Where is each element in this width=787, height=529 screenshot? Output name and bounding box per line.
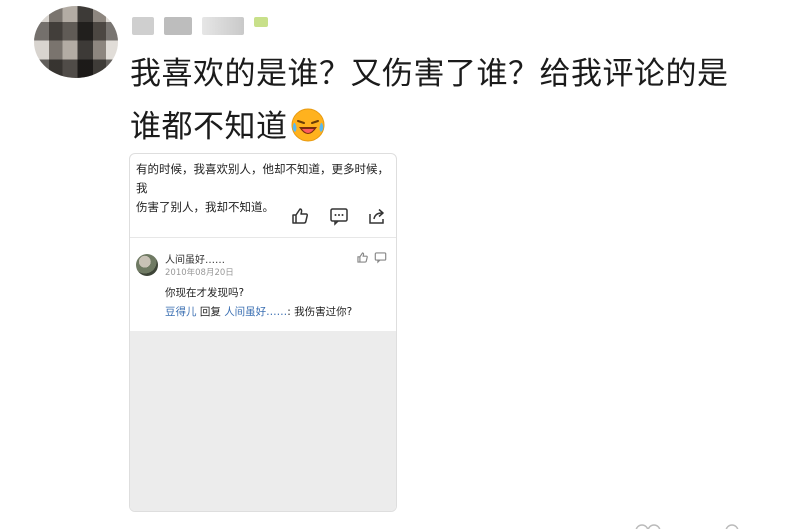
pixelated-block bbox=[132, 17, 154, 35]
post-text-line-1: 我喜欢的是谁？又伤害了谁？给我评论的是 bbox=[130, 56, 729, 92]
pixelated-block bbox=[202, 17, 244, 35]
comment-date: 2010年08月20日 bbox=[165, 268, 234, 278]
empty-content-area bbox=[130, 331, 396, 511]
laughing-crying-icon bbox=[291, 108, 324, 142]
comment-avatar[interactable] bbox=[136, 254, 158, 276]
comment-reply-icon[interactable] bbox=[374, 251, 387, 264]
post-text-line-2: 谁都不知道 bbox=[130, 101, 770, 154]
embedded-screenshot-card: 有的时候，我喜欢别人，他却不知道，更多时候，我 伤害了别人，我却不知道。 人间虽… bbox=[129, 153, 397, 512]
reply-user-link[interactable]: 豆得儿 bbox=[165, 306, 197, 318]
partial-icon bbox=[635, 524, 661, 529]
comment-author[interactable]: 人间虽好…… bbox=[165, 251, 225, 266]
comment-like-icon[interactable] bbox=[356, 251, 369, 264]
post-text: 我喜欢的是谁？又伤害了谁？给我评论的是 谁都不知道 bbox=[130, 48, 770, 154]
post-text-line-2-text: 谁都不知道 bbox=[130, 109, 288, 145]
share-icon[interactable] bbox=[367, 206, 387, 226]
comment-actions bbox=[356, 251, 388, 265]
pixelated-block bbox=[254, 17, 268, 27]
comment-reply: 豆得儿 回复 人间虽好……: 我伤害过你? bbox=[165, 304, 352, 319]
partial-icon bbox=[725, 524, 739, 529]
divider bbox=[130, 237, 396, 238]
reply-target-link[interactable]: 人间虽好…… bbox=[224, 306, 287, 318]
pixelated-block bbox=[164, 17, 192, 35]
quote-line-1: 有的时候，我喜欢别人，他却不知道，更多时候，我 bbox=[136, 162, 389, 195]
action-bar bbox=[130, 206, 396, 228]
comment-text: 你现在才发现吗? bbox=[165, 287, 245, 299]
comment-icon[interactable] bbox=[329, 206, 349, 226]
reply-word: 回复 bbox=[196, 306, 225, 318]
like-icon[interactable] bbox=[290, 206, 310, 226]
reply-text: : 我伤害过你? bbox=[287, 306, 353, 318]
user-avatar[interactable] bbox=[34, 6, 118, 78]
username-pixelated[interactable] bbox=[132, 14, 274, 38]
